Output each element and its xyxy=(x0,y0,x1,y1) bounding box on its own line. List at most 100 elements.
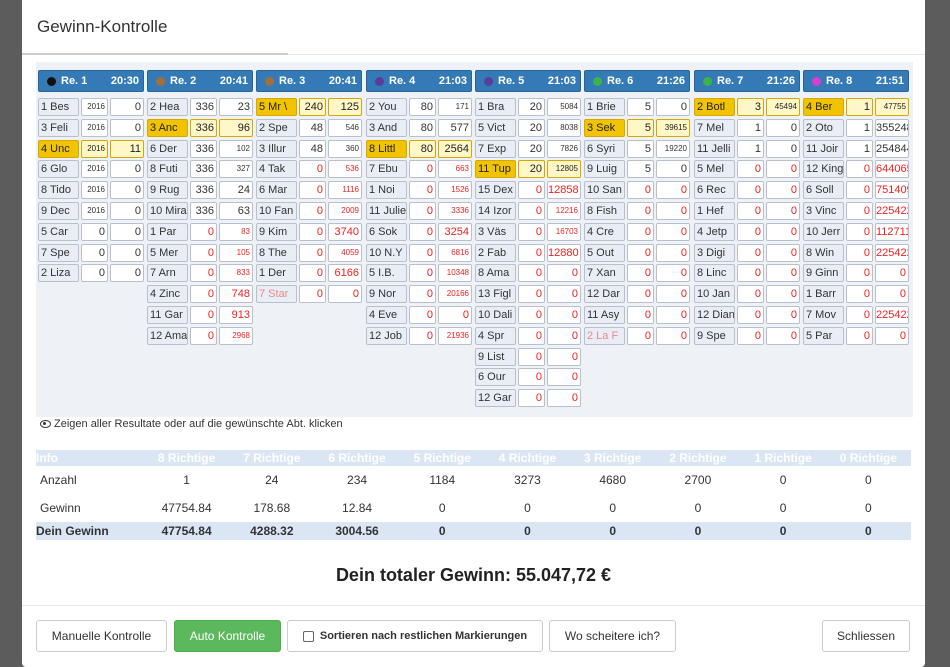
runner-row[interactable]: 4 Eve 0 0 xyxy=(366,305,472,324)
runner-row[interactable]: 12 Gar 0 0 xyxy=(475,389,581,408)
fail-analysis-button[interactable]: Wo scheitere ich? xyxy=(549,620,676,652)
runner-row[interactable]: 2 La F00 xyxy=(584,326,690,345)
runner-row[interactable]: 8 Littl 80 2564 xyxy=(366,139,472,158)
runner-row[interactable]: 4 Spr 0 0 xyxy=(475,326,581,345)
runner-row[interactable]: 9 Dec 2016 0 xyxy=(38,201,144,220)
runner-row[interactable]: 1 Bes 2016 0 xyxy=(38,98,144,116)
runner-row[interactable]: 7 Exp 20 7826 xyxy=(475,139,581,158)
runner-row[interactable]: 12 Dian 0 0 xyxy=(694,305,800,324)
runner-row[interactable]: 3 And 80 577 xyxy=(366,118,472,137)
runner-row[interactable]: 9 Spe 0 0 xyxy=(694,326,800,345)
sort-checkbox[interactable] xyxy=(302,630,314,642)
runner-row[interactable]: 3 Sek 5 39615 xyxy=(584,118,690,137)
runner-row[interactable]: 6 Rec 0 0 xyxy=(694,181,800,200)
race-header[interactable]: Re. 1 20:30 xyxy=(38,70,144,92)
runner-row[interactable]: 4 Cre 0 0 xyxy=(584,222,690,241)
race-header[interactable]: Re. 5 21:03 xyxy=(475,70,581,92)
runner-row[interactable]: 6 Sok 0 3254 xyxy=(366,222,472,241)
runner-row[interactable]: 1 Hef 0 0 xyxy=(694,201,800,220)
runner-row[interactable]: 11 Asy 0 0 xyxy=(584,305,690,324)
runner-row[interactable]: 3 Vinc02254227 xyxy=(803,201,909,220)
runner-row[interactable]: 2 Fab 0 12880 xyxy=(475,243,581,262)
runner-row[interactable]: 4 Tak 0 536 xyxy=(256,160,362,179)
auto-control-button[interactable]: Auto Kontrolle xyxy=(174,620,281,652)
runner-row[interactable]: 8 The 0 4059 xyxy=(256,243,362,262)
runner-row[interactable]: 12 King0644065 xyxy=(803,160,909,179)
runner-row[interactable]: 6 Syri 5 19220 xyxy=(584,139,690,158)
runner-row[interactable]: 8 Linc 0 0 xyxy=(694,264,800,283)
runner-row[interactable]: 5 Par 0 0 xyxy=(803,326,909,345)
runner-row[interactable]: 5 Vict 20 8038 xyxy=(475,118,581,137)
runner-row[interactable]: 7 Xan 0 0 xyxy=(584,264,690,283)
runner-row[interactable]: 3 Väs 0 16703 xyxy=(475,222,581,241)
runner-row[interactable]: 10 Fan 0 2009 xyxy=(256,201,362,220)
runner-row[interactable]: 10 N.Y 0 6816 xyxy=(366,243,472,262)
runner-row[interactable]: 9 Rug 336 24 xyxy=(147,181,253,200)
runner-row[interactable]: 1 Barr 0 0 xyxy=(803,285,909,304)
runner-row[interactable]: 6 Soll0751409 xyxy=(803,181,909,200)
runner-row[interactable]: 9 Luig 5 0 xyxy=(584,160,690,179)
runner-row[interactable]: 11 Joir1254844 xyxy=(803,139,909,158)
manual-control-button[interactable]: Manuelle Kontrolle xyxy=(36,620,167,652)
race-header[interactable]: Re. 3 20:41 xyxy=(256,70,362,92)
runner-row[interactable]: 2 Botl 3 45494 xyxy=(694,98,800,116)
race-header[interactable]: Re. 6 21:26 xyxy=(584,70,690,92)
runner-row[interactable]: 8 Win02254227 xyxy=(803,243,909,262)
runner-row[interactable]: 7 Spe 0 0 xyxy=(38,243,144,262)
runner-row[interactable]: 3 Illur 48 360 xyxy=(256,139,362,158)
runner-row[interactable]: 8 Tido 2016 0 xyxy=(38,181,144,200)
runner-row[interactable]: 7 Arn 0 833 xyxy=(147,264,253,283)
runner-row[interactable]: 4 Ber 1 47755 xyxy=(803,98,909,116)
race-header[interactable]: Re. 4 21:03 xyxy=(366,70,472,92)
runner-row[interactable]: 11 Gar 0 913 xyxy=(147,305,253,324)
runner-row[interactable]: 11 Tup 20 12805 xyxy=(475,160,581,179)
race-header[interactable]: Re. 8 21:51 xyxy=(803,70,909,92)
runner-row[interactable]: 5 Mr \ 240 125 xyxy=(256,98,362,116)
runner-row[interactable]: 3 Digi 0 0 xyxy=(694,243,800,262)
runner-row[interactable]: 2 Hea 336 23 xyxy=(147,98,253,116)
runner-row[interactable]: 2 Liza 0 0 xyxy=(38,264,144,283)
runner-row[interactable]: 9 Ginn 0 0 xyxy=(803,264,909,283)
runner-row[interactable]: 10 Jerr01127114 xyxy=(803,222,909,241)
runner-row[interactable]: 13 Figl 0 0 xyxy=(475,285,581,304)
runner-row[interactable]: 3 Feli 2016 0 xyxy=(38,118,144,137)
race-header[interactable]: Re. 7 21:26 xyxy=(694,70,800,92)
runner-row[interactable]: 4 Jetp 0 0 xyxy=(694,222,800,241)
runner-row[interactable]: 7 Star 0 0 xyxy=(256,285,362,304)
runner-row[interactable]: 10 Jan 0 0 xyxy=(694,285,800,304)
runner-row[interactable]: 1 Der 0 6166 xyxy=(256,264,362,283)
runner-row[interactable]: 15 Dex 0 12858 xyxy=(475,181,581,200)
runner-row[interactable]: 7 Mel 1 0 xyxy=(694,118,800,137)
runner-row[interactable]: 1 Brie 5 0 xyxy=(584,98,690,116)
runner-row[interactable]: 3 Anc 336 96 xyxy=(147,118,253,137)
runner-row[interactable]: 10 Dali 0 0 xyxy=(475,305,581,324)
runner-row[interactable]: 4 Unc 2016 11 xyxy=(38,139,144,158)
runner-row[interactable]: 14 Izor 0 12216 xyxy=(475,201,581,220)
runner-row[interactable]: 12 Job 0 21936 xyxy=(366,326,472,345)
runner-row[interactable]: 1 Bra 20 5084 xyxy=(475,98,581,116)
race-header[interactable]: Re. 2 20:41 xyxy=(147,70,253,92)
runner-row[interactable]: 6 Glo 2016 0 xyxy=(38,160,144,179)
runner-row[interactable]: 5 Mel 0 0 xyxy=(694,160,800,179)
runner-row[interactable]: 5 Out 0 0 xyxy=(584,243,690,262)
runner-row[interactable]: 5 Mer 0 105 xyxy=(147,243,253,262)
runner-row[interactable]: 8 Ama 0 0 xyxy=(475,264,581,283)
runner-row[interactable]: 2 Oto1355248 xyxy=(803,118,909,137)
runner-row[interactable]: 10 Mira 336 63 xyxy=(147,201,253,220)
runner-row[interactable]: 11 Julie 0 3336 xyxy=(366,201,472,220)
runner-row[interactable]: 1 Par 0 83 xyxy=(147,222,253,241)
runner-row[interactable]: 7 Mov02254227 xyxy=(803,305,909,324)
runner-row[interactable]: 2 You 80 171 xyxy=(366,98,472,116)
runner-row[interactable]: 7 Ebu 0 663 xyxy=(366,160,472,179)
runner-row[interactable]: 8 Fish 0 0 xyxy=(584,201,690,220)
runner-row[interactable]: 5 I.B. 0 10348 xyxy=(366,264,472,283)
runner-row[interactable]: 1 Noi 0 1526 xyxy=(366,181,472,200)
runner-row[interactable]: 6 Our 0 0 xyxy=(475,368,581,387)
sort-toggle[interactable]: Sortieren nach restlichen Markierungen xyxy=(287,620,543,652)
runner-row[interactable]: 6 Mar 0 1116 xyxy=(256,181,362,200)
runner-row[interactable]: 5 Car 0 0 xyxy=(38,222,144,241)
runner-row[interactable]: 10 San 0 0 xyxy=(584,181,690,200)
runner-row[interactable]: 2 Spe 48 546 xyxy=(256,118,362,137)
runner-row[interactable]: 9 Nor 0 20166 xyxy=(366,285,472,304)
runner-row[interactable]: 6 Der 336 102 xyxy=(147,139,253,158)
